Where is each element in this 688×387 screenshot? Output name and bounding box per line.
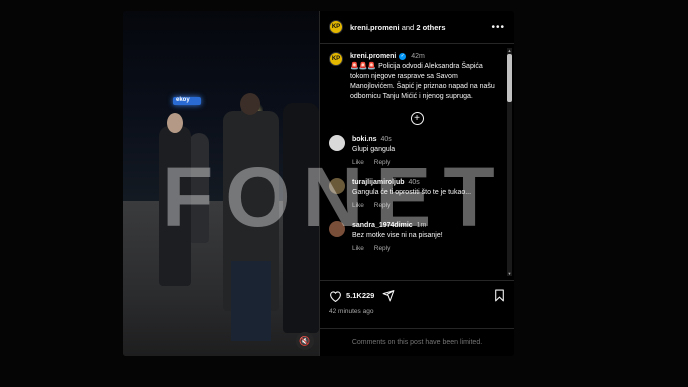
reply-comment-button[interactable]: Reply — [374, 159, 391, 166]
comment-avatar[interactable] — [329, 135, 345, 151]
like-comment-button[interactable]: Like — [352, 202, 364, 209]
comment-text: Glupi gangula — [352, 146, 396, 153]
comment-username[interactable]: turajlijamiroljub — [352, 179, 405, 186]
comment-meta: Like Reply — [352, 201, 502, 211]
siren-emoji: 🚨🚨🚨 — [350, 63, 377, 70]
share-icon[interactable] — [382, 289, 395, 302]
comment-list: boki.ns 40s Glupi gangula Like Reply tur… — [329, 135, 505, 254]
post-panel: KP kreni.promeni and 2 others ••• KP kre… — [319, 11, 514, 356]
video-player[interactable]: ekoy 🔇 — [123, 11, 319, 356]
like-comment-button[interactable]: Like — [352, 245, 364, 252]
store-sign: ekoy — [173, 97, 201, 105]
author-avatar[interactable]: KP — [329, 20, 343, 34]
caption-time[interactable]: 42m — [411, 53, 425, 60]
heart-icon[interactable] — [329, 290, 342, 302]
comment-body: turajlijamiroljub 40s Gangula će ti opro… — [352, 178, 502, 211]
comment-time: 40s — [380, 136, 392, 143]
header-author: kreni.promeni and 2 others — [350, 23, 446, 32]
person-left-head — [167, 113, 183, 133]
reply-comment-button[interactable]: Reply — [374, 245, 391, 252]
person-left — [159, 126, 191, 286]
comment-body: sandra_1974dimic 1m Bez motke vise ni na… — [352, 221, 502, 254]
bookmark-icon[interactable] — [494, 289, 505, 302]
mute-icon[interactable]: 🔇 — [296, 332, 314, 350]
comment-username[interactable]: boki.ns — [352, 136, 377, 143]
author-username[interactable]: kreni.promeni — [350, 23, 400, 32]
post-time-ago[interactable]: 42 minutes ago — [329, 308, 505, 315]
page: ekoy 🔇 KP kreni.promeni and 2 others ••• — [0, 0, 688, 387]
comments-scrollbar[interactable]: ▲ ▼ — [507, 48, 512, 276]
verified-icon: ✓ — [399, 52, 407, 60]
likes-count[interactable]: 5.1K229 — [346, 291, 374, 300]
scroll-down-icon[interactable]: ▼ — [507, 271, 512, 276]
like-comment-button[interactable]: Like — [352, 159, 364, 166]
comment-avatar[interactable] — [329, 221, 345, 237]
person-right — [283, 103, 319, 333]
comment-username[interactable]: sandra_1974dimic — [352, 222, 413, 229]
caption-avatar[interactable]: KP — [329, 52, 343, 66]
comment-meta: Like Reply — [352, 244, 502, 254]
scrollbar-thumb[interactable] — [507, 54, 512, 102]
and-text: and — [401, 22, 415, 32]
person-center-head — [240, 93, 260, 115]
comments-limited-notice: Comments on this post have been limited. — [320, 328, 514, 356]
comments-section: KP kreni.promeni ✓ 42m 🚨🚨🚨 Policija odvo… — [320, 44, 514, 280]
comment-time: 40s — [408, 179, 420, 186]
comment-item: turajlijamiroljub 40s Gangula će ti opro… — [329, 178, 505, 211]
reply-comment-button[interactable]: Reply — [374, 202, 391, 209]
comment-text: Bez motke vise ni na pisanje! — [352, 232, 443, 239]
scroll-up-icon[interactable]: ▲ — [507, 48, 512, 53]
person-center-legs — [231, 261, 271, 341]
post-header: KP kreni.promeni and 2 others ••• — [320, 11, 514, 44]
post-modal: ekoy 🔇 KP kreni.promeni and 2 others ••• — [123, 11, 514, 356]
caption-username[interactable]: kreni.promeni — [350, 53, 396, 60]
comment-body: boki.ns 40s Glupi gangula Like Reply — [352, 135, 502, 168]
comment-avatar[interactable] — [329, 178, 345, 194]
more-horizontal-icon[interactable]: ••• — [491, 22, 505, 33]
action-row: 5.1K229 — [329, 289, 505, 302]
others-link[interactable]: 2 others — [416, 23, 445, 32]
comment-item: boki.ns 40s Glupi gangula Like Reply — [329, 135, 505, 168]
comment-item: sandra_1974dimic 1m Bez motke vise ni na… — [329, 221, 505, 254]
comment-meta: Like Reply — [352, 158, 502, 168]
person-background — [189, 133, 209, 243]
post-caption: KP kreni.promeni ✓ 42m 🚨🚨🚨 Policija odvo… — [329, 52, 505, 102]
caption-body: kreni.promeni ✓ 42m 🚨🚨🚨 Policija odvodi … — [350, 52, 500, 102]
comment-text: Gangula će ti oprostiti što te je tukao.… — [352, 189, 472, 196]
comment-time: 1m — [416, 222, 427, 229]
load-more-comments-icon[interactable]: + — [410, 112, 424, 125]
post-actions: 5.1K229 42 minutes ago — [320, 280, 514, 328]
